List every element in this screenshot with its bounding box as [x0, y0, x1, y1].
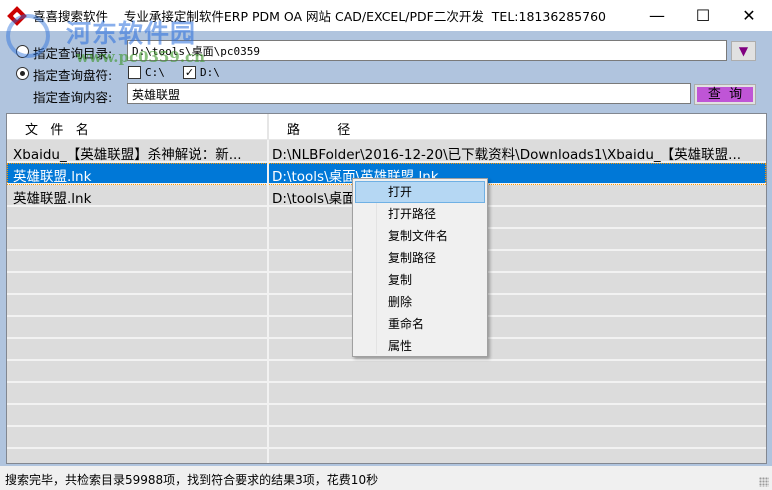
- dir-radio[interactable]: [16, 45, 29, 58]
- header-path[interactable]: 路 径: [287, 119, 350, 138]
- drive-label: 指定查询盘符:: [33, 68, 113, 83]
- menu-item[interactable]: 复制路径: [355, 247, 485, 269]
- menu-item[interactable]: 复制: [355, 269, 485, 291]
- cell-path: D:\tools\桌面\英雄联盟.lnk: [272, 187, 762, 207]
- empty-row: [7, 427, 766, 449]
- window-title: 喜喜搜索软件 专业承接定制软件ERP PDM OA 网站 CAD/EXCEL/P…: [33, 9, 606, 24]
- menu-item[interactable]: 复制文件名: [355, 225, 485, 247]
- context-menu: 打开 打开路径 复制文件名 复制路径 复制 删除 重命名 属性: [352, 178, 488, 357]
- menu-item[interactable]: 重命名: [355, 313, 485, 335]
- cell-path: D:\tools\桌面\英雄联盟.lnk: [272, 169, 439, 185]
- empty-row: [7, 361, 766, 383]
- maximize-button[interactable]: ☐: [680, 0, 726, 31]
- content-input[interactable]: 英雄联盟: [127, 83, 691, 104]
- status-bar: 搜索完毕，共检索目录59988项，找到符合要求的结果3项，花费10秒: [0, 466, 772, 490]
- drive-c-label: C:\: [145, 66, 165, 79]
- status-text: 搜索完毕，共检索目录59988项，找到符合要求的结果3项，花费10秒: [5, 473, 379, 487]
- grid-header: 文 件 名 路 径: [7, 114, 766, 140]
- table-row[interactable]: Xbaidu_【英雄联盟】杀神解说：新... D:\NLBFolder\2016-…: [7, 141, 766, 163]
- empty-row: [7, 449, 766, 463]
- cell-filename: Xbaidu_【英雄联盟】杀神解说：新...: [13, 147, 242, 163]
- header-filename[interactable]: 文 件 名: [25, 119, 89, 138]
- cell-path: D:\NLBFolder\2016-12-20\已下载资料\Downloads1…: [272, 147, 742, 163]
- drive-d-checkbox[interactable]: ✓: [183, 66, 196, 79]
- empty-row: [7, 405, 766, 427]
- drive-d-label: D:\: [200, 66, 220, 79]
- menu-item[interactable]: 删除: [355, 291, 485, 313]
- search-button-label: 查 询: [697, 87, 753, 102]
- dir-dropdown-button[interactable]: ▼: [731, 41, 756, 61]
- cell-filename: 英雄联盟.lnk: [13, 191, 92, 207]
- dropdown-triangle-icon: ▼: [738, 44, 749, 58]
- resize-grip[interactable]: [759, 477, 769, 487]
- app-icon: [7, 5, 27, 26]
- dir-label: 指定查询目录:: [33, 46, 113, 61]
- empty-row: [7, 383, 766, 405]
- cell-filename: 英雄联盟.lnk: [13, 169, 92, 185]
- content-label: 指定查询内容:: [33, 90, 113, 105]
- close-button[interactable]: ✕: [726, 0, 772, 31]
- menu-item[interactable]: 打开: [355, 181, 485, 203]
- menu-item[interactable]: 属性: [355, 335, 485, 357]
- title-bar: 喜喜搜索软件 专业承接定制软件ERP PDM OA 网站 CAD/EXCEL/P…: [0, 0, 772, 31]
- drive-radio[interactable]: [16, 67, 29, 80]
- search-button[interactable]: 查 询: [694, 84, 756, 105]
- minimize-button[interactable]: —: [634, 0, 680, 31]
- menu-item[interactable]: 打开路径: [355, 203, 485, 225]
- column-divider[interactable]: [267, 114, 269, 463]
- drive-c-checkbox[interactable]: [128, 66, 141, 79]
- dir-input[interactable]: D:\tools\桌面\pc0359: [127, 40, 727, 61]
